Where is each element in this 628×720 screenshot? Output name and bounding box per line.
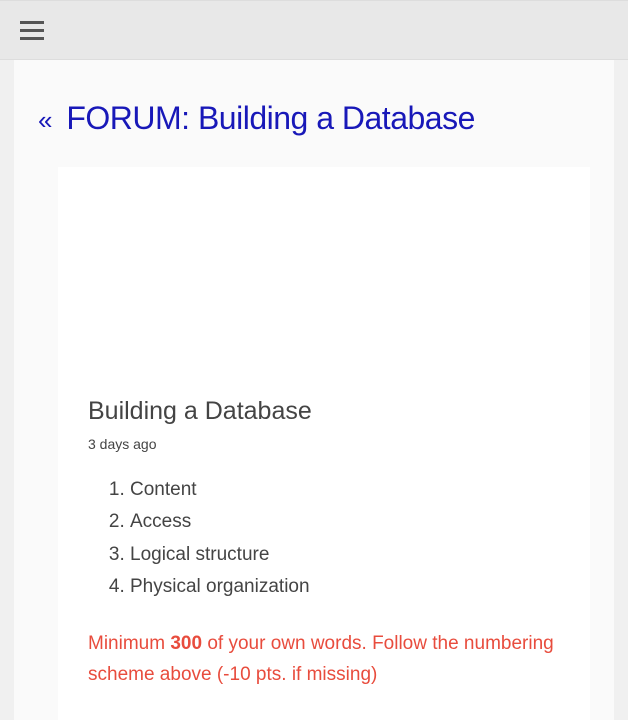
- content-wrapper: « FORUM: Building a Database Building a …: [14, 60, 614, 720]
- post-timestamp: 3 days ago: [88, 436, 560, 452]
- note-pre: Minimum: [88, 633, 170, 654]
- forum-label: FORUM:: [66, 100, 189, 136]
- list-item: Logical structure: [130, 539, 560, 571]
- back-arrows-icon[interactable]: «: [38, 105, 52, 135]
- list-item: Content: [130, 474, 560, 506]
- note-bold: 300: [170, 633, 202, 654]
- list-item: Access: [130, 506, 560, 538]
- post-list: Content Access Logical structure Physica…: [88, 474, 560, 603]
- top-bar: [0, 0, 628, 60]
- forum-title[interactable]: « FORUM: Building a Database: [38, 100, 590, 137]
- forum-topic: Building a Database: [198, 100, 475, 136]
- post-note: Minimum 300 of your own words. Follow th…: [88, 629, 560, 690]
- hamburger-menu-icon[interactable]: [20, 21, 44, 40]
- post-card: Building a Database 3 days ago Content A…: [58, 167, 590, 720]
- list-item: Physical organization: [130, 571, 560, 603]
- post-title: Building a Database: [88, 397, 560, 426]
